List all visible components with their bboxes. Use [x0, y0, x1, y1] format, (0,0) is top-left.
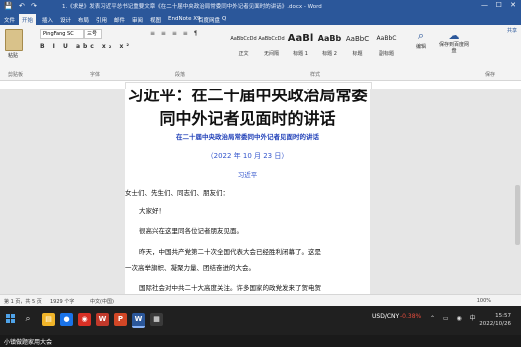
style-subtitle[interactable]: AaBbC 副标题: [373, 28, 400, 66]
tab-design[interactable]: 设计: [60, 16, 71, 24]
style-title[interactable]: AaBbC 标题: [344, 28, 371, 66]
cloud-icon: ☁: [448, 29, 460, 42]
paragraph-group-label: 段落: [175, 72, 186, 78]
word-count[interactable]: 1929 个字: [50, 298, 74, 305]
tab-references[interactable]: 引用: [96, 16, 107, 24]
document-page[interactable]: 习近平：在二十届中央政治局常委 同中外记者见面时的讲话 在二十届中央政治局常委同…: [125, 89, 370, 294]
tab-file[interactable]: 文件: [4, 16, 15, 24]
title-bar: 💾 ↶ ↷ 1.《求是》发表习近平总书记重要文章《在二十届中央政治局常委同中外记…: [0, 0, 521, 14]
styles-group-label: 样式: [310, 72, 321, 78]
share-button[interactable]: 共享: [507, 27, 517, 34]
ribbon: 粘贴 剪贴板 PingFang SC 三号 B I U abc x₂ x² 字体…: [0, 25, 521, 81]
caption-text: 小镇做题家用大会: [4, 339, 53, 346]
font-size-select[interactable]: 三号: [84, 29, 102, 39]
time: 15:57: [495, 313, 511, 319]
search-icon: ⌕: [417, 29, 425, 42]
word-window: 💾 ↶ ↷ 1.《求是》发表习近平总书记重要文章《在二十届中央政治局常委同中外记…: [0, 0, 521, 306]
language[interactable]: 中文(中国): [90, 298, 114, 305]
minimize-icon[interactable]: —: [479, 1, 491, 9]
style-heading-2[interactable]: AaBb 标题 2: [316, 28, 343, 66]
quick-access-icons[interactable]: 💾 ↶ ↷: [4, 2, 39, 10]
maximize-icon[interactable]: ☐: [493, 1, 505, 9]
tab-endnote[interactable]: EndNote X9: [168, 16, 201, 22]
close-icon[interactable]: ✕: [507, 1, 519, 9]
font-format-buttons[interactable]: B I U abc x₂ x²: [40, 43, 132, 50]
currency-change: -0.38%: [400, 313, 422, 320]
font-group-label: 字体: [90, 72, 101, 78]
doc-paragraph: 大家好！: [139, 207, 165, 215]
start-button[interactable]: [6, 314, 16, 324]
caption-strip: 小镇做题家用大会: [0, 335, 521, 347]
doc-date: （2022 年 10 月 23 日）: [206, 152, 289, 160]
document-area: 习近平：在二十届中央政治局常委 同中外记者见面时的讲话 在二十届中央政治局常委同…: [0, 89, 521, 294]
paste-button[interactable]: [5, 29, 23, 51]
clock[interactable]: 15:57 2022/10/26: [479, 312, 511, 328]
chrome-icon[interactable]: ●: [60, 313, 73, 326]
tab-view[interactable]: 视图: [150, 16, 161, 24]
doc-paragraph: 国际社会对中共二十大高度关注。许多国家的政党发来了贺电贺: [139, 284, 321, 292]
doc-paragraph: 很高兴在这里同各位记者朋友见面。: [139, 227, 243, 235]
window-controls: — ☐ ✕: [479, 1, 519, 9]
file-explorer-icon[interactable]: ▤: [42, 313, 55, 326]
tab-mailings[interactable]: 邮件: [114, 16, 125, 24]
style-normal[interactable]: AaBbCcDd 正文: [230, 28, 257, 66]
doc-paragraph: 女士们、先生们、同志们、朋友们：: [125, 189, 229, 197]
paragraph-buttons[interactable]: ≡ ≡ ≡ ≡ ¶: [150, 30, 200, 37]
ribbon-tabs: 文件 开始 插入 设计 布局 引用 邮件 审阅 视图 EndNote X9 百度…: [0, 14, 521, 27]
page-count[interactable]: 第 1 页，共 5 页: [4, 298, 42, 305]
doc-author: 习近平: [237, 171, 258, 179]
wps-icon[interactable]: W: [96, 313, 109, 326]
save-group-label: 保存: [485, 72, 496, 78]
edit-button[interactable]: ⌕ 编辑: [410, 29, 432, 57]
font-name-select[interactable]: PingFang SC: [40, 29, 84, 39]
zoom-level[interactable]: 100%: [477, 298, 491, 304]
taskbar: ⌕ ▤ ● ◉ W P W ▦ USD/CNY -0.38% ⌃ ▭ ◉ 中 1…: [0, 306, 521, 335]
doc-paragraph: 一次高举旗帜、凝聚力量、团结奋进的大会。: [125, 264, 255, 272]
tab-review[interactable]: 审阅: [132, 16, 143, 24]
system-tray-icons[interactable]: ⌃ ▭ ◉ 中: [430, 313, 479, 322]
tab-search[interactable]: Q: [222, 16, 226, 22]
doc-subtitle: 在二十届中央政治局常委同中外记者见面时的讲话: [176, 133, 319, 141]
doc-title-line2: 同中外记者见面时的讲话: [159, 109, 336, 128]
tab-layout[interactable]: 布局: [78, 16, 89, 24]
doc-paragraph: 昨天，中国共产党第二十次全国代表大会已经胜利闭幕了。这是: [139, 248, 321, 256]
tab-insert[interactable]: 插入: [42, 16, 53, 24]
explorer-icon[interactable]: ▦: [150, 313, 163, 326]
save-to-baidu-button[interactable]: ☁ 保存到百度网盘: [438, 29, 470, 57]
vertical-scrollbar[interactable]: [515, 185, 520, 245]
style-gallery: AaBbCcDd 正文 AaBbCcDd 无间隔 AaBl 标题 1 AaBb …: [230, 28, 402, 66]
powerpoint-icon[interactable]: P: [114, 313, 127, 326]
search-icon[interactable]: ⌕: [21, 312, 35, 326]
status-bar: 第 1 页，共 5 页 1929 个字 中文(中国) 100%: [0, 294, 521, 306]
style-no-spacing[interactable]: AaBbCcDd 无间隔: [258, 28, 285, 66]
date: 2022/10/26: [479, 321, 511, 327]
app-red-icon[interactable]: ◉: [78, 313, 91, 326]
tab-baidu[interactable]: 百度网盘: [198, 16, 220, 24]
document-title: 1.《求是》发表习近平总书记重要文章《在二十届中央政治局常委同中外记者见面时的讲…: [62, 4, 322, 10]
paste-label: 粘贴: [8, 53, 19, 59]
word-icon[interactable]: W: [132, 313, 145, 328]
doc-title-line1: 习近平：在二十届中央政治局常委: [127, 89, 368, 104]
currency-pair[interactable]: USD/CNY: [372, 313, 399, 320]
clipboard-group-label: 剪贴板: [8, 72, 24, 78]
style-heading-1[interactable]: AaBl 标题 1: [287, 28, 314, 66]
